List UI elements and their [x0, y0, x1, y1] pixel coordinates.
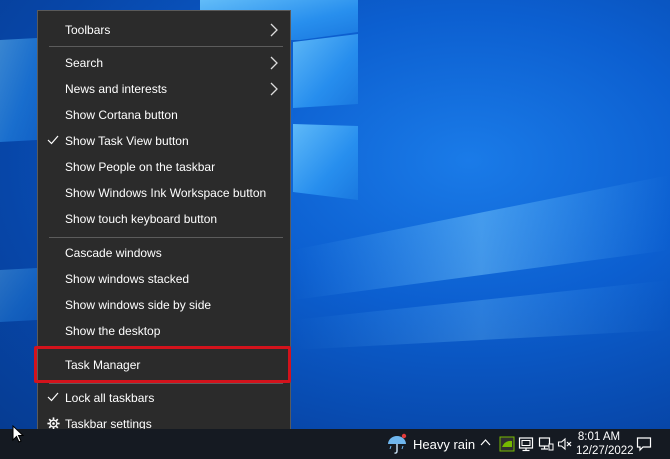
menu-item-toolbars[interactable]: Toolbars: [39, 17, 289, 43]
menu-item-show-desktop[interactable]: Show the desktop: [39, 318, 289, 344]
menu-separator: [49, 46, 283, 47]
clock-date: 12/27/2022: [576, 445, 634, 457]
menu-item-show-touch-keyboard[interactable]: Show touch keyboard button: [39, 206, 289, 232]
menu-item-label: Lock all taskbars: [65, 391, 155, 405]
display-icon[interactable]: [518, 436, 534, 452]
notification-icon[interactable]: [636, 436, 652, 452]
menu-item-search[interactable]: Search: [39, 50, 289, 76]
network-icon[interactable]: [538, 436, 554, 452]
menu-separator: [49, 237, 283, 238]
chevron-right-icon: [270, 82, 278, 96]
menu-item-label: Show Task View button: [65, 134, 189, 148]
mouse-cursor-icon: [12, 425, 25, 443]
menu-item-label: Search: [65, 56, 104, 70]
menu-item-label: Show the desktop: [65, 324, 161, 338]
menu-item-windows-stacked[interactable]: Show windows stacked: [39, 266, 289, 292]
taskbar[interactable]: Heavy rain 8:01 AM 12/27/2022: [0, 429, 670, 459]
menu-item-show-task-view[interactable]: Show Task View button: [39, 128, 289, 154]
checkmark-icon: [47, 392, 59, 402]
menu-item-label: Show Cortana button: [65, 108, 178, 122]
menu-item-label: Show People on the taskbar: [65, 160, 216, 174]
menu-item-show-ink-workspace[interactable]: Show Windows Ink Workspace button: [39, 180, 289, 206]
menu-item-label: Toolbars: [65, 23, 111, 37]
nvidia-icon[interactable]: [499, 436, 515, 452]
menu-separator: [49, 383, 283, 384]
menu-item-label: Cascade windows: [65, 246, 162, 260]
volume-muted-icon[interactable]: [557, 436, 573, 452]
menu-item-label: Show Windows Ink Workspace button: [65, 186, 267, 200]
rain-umbrella-icon: [388, 433, 407, 454]
weather-text: Heavy rain: [413, 436, 476, 452]
menu-item-label: Show windows stacked: [65, 272, 190, 286]
checkmark-icon: [47, 135, 59, 145]
system-clock[interactable]: 8:01 AM 12/27/2022: [576, 430, 634, 458]
chevron-right-icon: [270, 56, 278, 70]
menu-item-label: Show windows side by side: [65, 298, 212, 312]
task-manager-highlight-box: [34, 346, 291, 383]
clock-time: 8:01 AM: [577, 431, 621, 443]
menu-item-show-cortana[interactable]: Show Cortana button: [39, 102, 289, 128]
menu-item-label: News and interests: [65, 82, 168, 96]
menu-item-cascade-windows[interactable]: Cascade windows: [39, 240, 289, 266]
menu-item-lock-all-taskbars[interactable]: Lock all taskbars: [39, 385, 289, 411]
chevron-right-icon: [270, 23, 278, 37]
menu-item-label: Show touch keyboard button: [65, 212, 218, 226]
menu-item-show-people[interactable]: Show People on the taskbar: [39, 154, 289, 180]
chevron-up-icon[interactable]: [480, 438, 491, 448]
menu-item-windows-side-by-side[interactable]: Show windows side by side: [39, 292, 289, 318]
menu-item-news-and-interests[interactable]: News and interests: [39, 76, 289, 102]
weather-widget[interactable]: Heavy rain: [386, 433, 475, 455]
